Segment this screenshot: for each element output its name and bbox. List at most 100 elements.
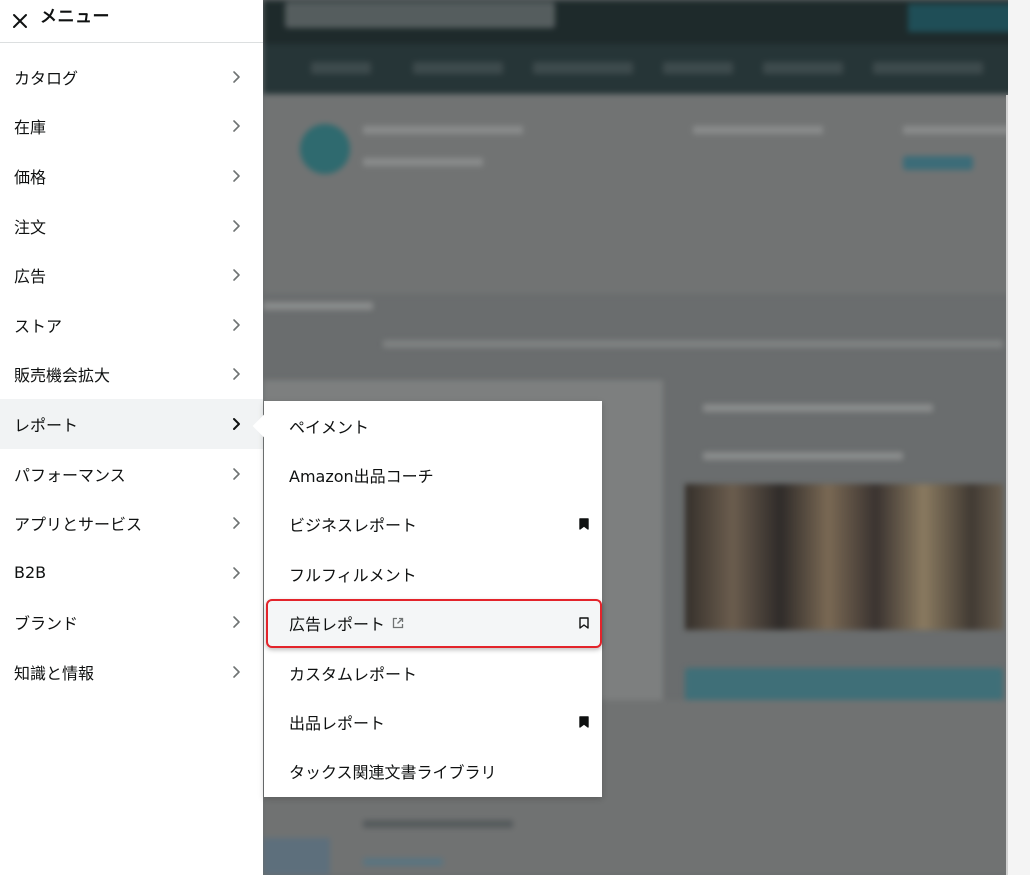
bg-nav-item xyxy=(763,62,843,74)
submenu-item-left: フルフィルメント xyxy=(289,562,417,586)
side-menu: メニュー カタログ在庫価格注文広告ストア販売機会拡大 レポートパフォーマンス アプリ… xyxy=(0,0,263,875)
bg-text-line xyxy=(703,452,903,460)
bg-nav-item xyxy=(413,62,503,74)
bg-text-line xyxy=(903,126,1023,134)
submenu-item[interactable]: Amazon出品コーチ xyxy=(264,450,602,499)
bg-banner-image xyxy=(685,484,1003,630)
bg-pill xyxy=(903,156,973,170)
chevron-right-icon xyxy=(233,417,240,430)
menu-item[interactable]: 知識と情報 xyxy=(0,647,263,697)
bg-text-line xyxy=(263,302,373,310)
submenu-item[interactable]: ビジネスレポート xyxy=(264,500,602,549)
menu-item[interactable]: カタログ xyxy=(0,52,263,102)
submenu-item-left: ビジネスレポート xyxy=(289,512,417,536)
bg-scrollbar[interactable] xyxy=(1006,95,1008,875)
app-root: メニュー カタログ在庫価格注文広告ストア販売機会拡大 レポートパフォーマンス アプリ… xyxy=(0,0,1030,875)
menu-item[interactable]: 注文 xyxy=(0,201,263,251)
submenu-item-label: 出品レポート xyxy=(289,714,386,734)
submenu-item-left: Amazon出品コーチ xyxy=(289,463,434,487)
submenu-item-label: ペイメント xyxy=(289,417,370,437)
menu-item-label: レポート xyxy=(14,415,79,435)
bg-nav-item xyxy=(873,62,983,74)
menu-item[interactable]: B2B xyxy=(0,548,263,598)
menu-item[interactable]: ストア xyxy=(0,300,263,350)
submenu-item[interactable]: フルフィルメント xyxy=(264,549,602,598)
bg-text-line xyxy=(703,404,933,412)
menu-item-label: 注文 xyxy=(14,217,47,237)
menu-item-label: 在庫 xyxy=(14,118,47,138)
menu-item-label: 広告 xyxy=(14,267,47,287)
submenu-item-left: 広告レポート xyxy=(289,611,404,635)
chevron-right-icon xyxy=(233,666,240,678)
menu-item[interactable]: レポート xyxy=(0,399,263,449)
submenu-item-left: ペイメント xyxy=(289,414,369,438)
submenu-popover: ペイメント Amazon出品コーチ ビジネスレポート フルフィルメント 広告レポートカス… xyxy=(252,401,602,797)
bg-nav-item xyxy=(311,62,371,74)
chevron-right-icon xyxy=(233,170,240,182)
bg-link-line xyxy=(363,858,443,866)
bg-text-line xyxy=(363,158,483,166)
chevron-right-icon xyxy=(233,318,240,331)
menu-item-label: 価格 xyxy=(14,167,47,187)
menu-item[interactable]: 在庫 xyxy=(0,102,263,152)
chevron-right-icon xyxy=(233,269,240,281)
menu-title: メニュー xyxy=(40,6,110,27)
external-link-icon xyxy=(392,618,404,629)
menu-item[interactable]: パフォーマンス xyxy=(0,449,263,499)
menu-item[interactable]: ブランド xyxy=(0,598,263,648)
bg-avatar xyxy=(300,124,350,174)
submenu-item-left: カスタムレポート xyxy=(289,661,417,685)
submenu-item-label: ビジネスレポート xyxy=(289,516,418,536)
menu-item[interactable]: 販売機会拡大 xyxy=(0,350,263,400)
menu-item-label: B2B xyxy=(14,563,47,583)
chevron-right-icon xyxy=(233,467,240,480)
close-icon[interactable] xyxy=(12,13,28,29)
bg-text-line xyxy=(363,820,513,828)
submenu-item-left: タックス関連文書ライブラリ xyxy=(289,759,497,783)
submenu-item-left: 出品レポート xyxy=(289,710,385,734)
bookmark-filled-icon[interactable] xyxy=(579,518,589,531)
menu-item-label: アプリとサービス xyxy=(14,515,143,535)
menu-item-label: カタログ xyxy=(14,68,79,88)
menu-item-label: ブランド xyxy=(14,614,79,634)
submenu-item-label: カスタムレポート xyxy=(289,664,418,684)
menu-item-label: パフォーマンス xyxy=(14,465,126,485)
submenu-item-label: Amazon出品コーチ xyxy=(289,467,434,487)
bg-nav-item xyxy=(663,62,733,74)
submenu-item[interactable]: ペイメント xyxy=(264,401,602,450)
bookmark-filled-icon[interactable] xyxy=(579,716,589,728)
bg-nav-item xyxy=(533,62,633,74)
chevron-right-icon xyxy=(233,120,240,133)
bg-account-panel xyxy=(263,94,1030,294)
bg-text-line xyxy=(693,126,823,134)
submenu-item[interactable]: 出品レポート xyxy=(264,697,602,746)
submenu-list: ペイメント Amazon出品コーチ ビジネスレポート フルフィルメント 広告レポートカス… xyxy=(264,401,602,796)
submenu-item-label: 広告レポート xyxy=(289,615,386,635)
chevron-right-icon xyxy=(233,517,240,529)
submenu-item-label: フルフィルメント xyxy=(289,565,417,585)
submenu-item[interactable]: タックス関連文書ライブラリ xyxy=(264,747,602,796)
bg-filter-row xyxy=(383,340,1003,348)
bg-blue-box xyxy=(263,838,330,875)
chevron-right-icon xyxy=(233,368,240,381)
menu-list: カタログ在庫価格注文広告ストア販売機会拡大 レポートパフォーマンス アプリとサービス… xyxy=(0,52,263,697)
chevron-right-icon xyxy=(233,219,240,232)
bg-search-box xyxy=(285,2,555,28)
submenu-item[interactable]: 広告レポート xyxy=(266,598,602,648)
menu-item[interactable]: 価格 xyxy=(0,151,263,201)
bg-page-margin xyxy=(1008,0,1030,875)
submenu-item-label: タックス関連文書ライブラリ xyxy=(289,763,497,783)
submenu-item[interactable]: カスタムレポート xyxy=(264,648,602,697)
chevron-right-icon xyxy=(233,70,240,83)
menu-item[interactable]: アプリとサービス xyxy=(0,498,263,548)
chevron-right-icon xyxy=(233,566,240,579)
menu-header: メニュー xyxy=(0,0,263,43)
menu-item[interactable]: 広告 xyxy=(0,250,263,300)
menu-item-label: 知識と情報 xyxy=(14,663,95,683)
menu-item-label: 販売機会拡大 xyxy=(14,366,111,386)
bg-topbar-button xyxy=(908,4,1018,32)
menu-item-label: ストア xyxy=(14,316,63,336)
bg-teal-button xyxy=(685,668,1003,704)
chevron-right-icon xyxy=(233,616,240,629)
bookmark-outline-icon[interactable] xyxy=(579,617,589,629)
